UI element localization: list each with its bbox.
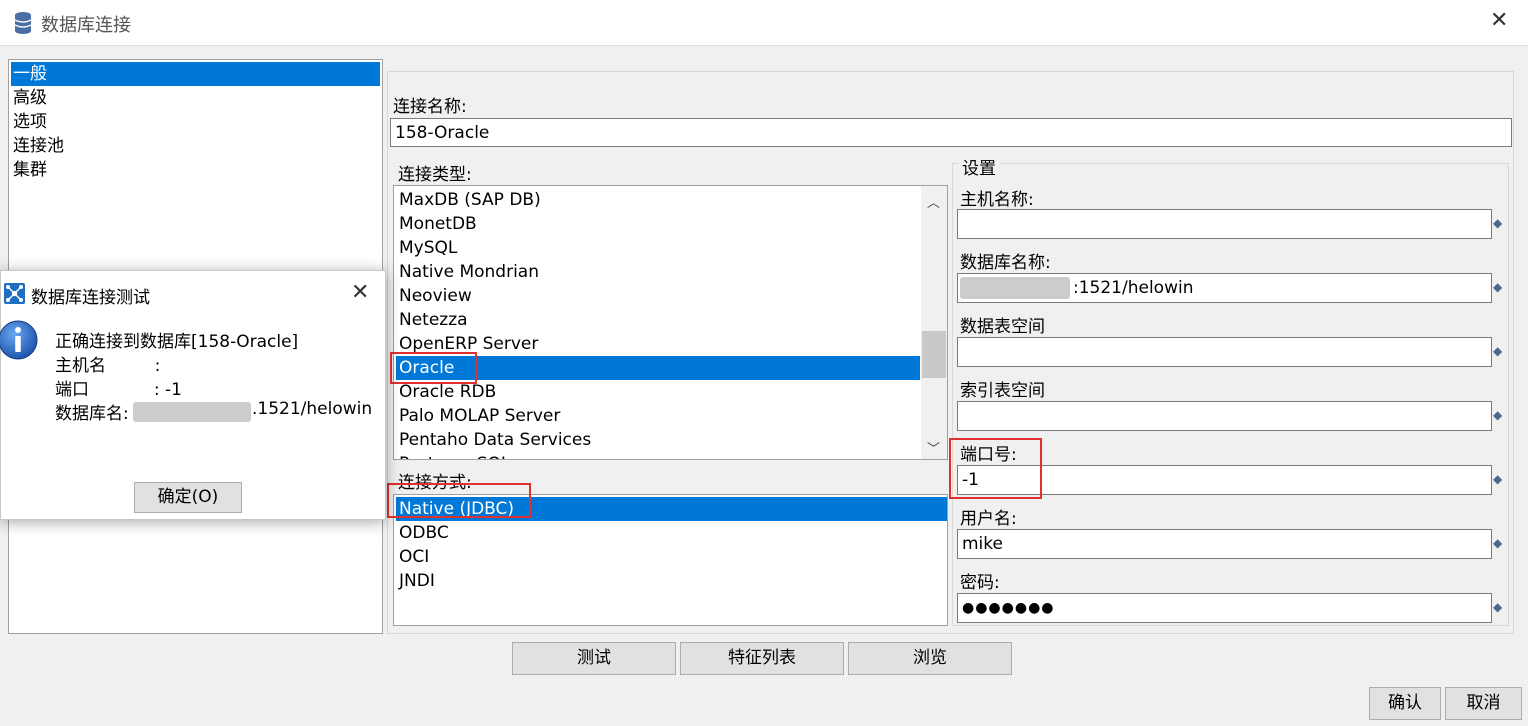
variable-icon[interactable]: ◆ bbox=[1493, 344, 1502, 358]
dialog-port-line: 端口 : -1 bbox=[55, 380, 182, 400]
list-item[interactable]: MySQL bbox=[396, 236, 920, 260]
window-title: 数据库连接 bbox=[41, 15, 131, 36]
connection-test-dialog: 数据库连接测试 ✕ 正确连接到数据库[158-Oracle] 主机名 : 端口 … bbox=[0, 270, 386, 520]
index-tablespace-input[interactable] bbox=[957, 401, 1492, 431]
list-item[interactable]: MonetDB bbox=[396, 212, 920, 236]
redacted-area bbox=[960, 277, 1070, 299]
variable-icon[interactable]: ◆ bbox=[1493, 472, 1502, 486]
connection-name-label: 连接名称: bbox=[393, 97, 467, 117]
connection-name-input[interactable]: 158-Oracle bbox=[390, 118, 1512, 147]
scroll-thumb[interactable] bbox=[922, 331, 946, 378]
database-name-label: 数据库名称: bbox=[960, 253, 1051, 273]
tablespace-input[interactable] bbox=[957, 337, 1492, 367]
list-item[interactable]: Netezza bbox=[396, 308, 920, 332]
highlight-box bbox=[949, 438, 1042, 499]
dialog-host-line: 主机名 : bbox=[55, 356, 161, 376]
scroll-up-icon[interactable]: ︿ bbox=[927, 192, 940, 211]
list-item[interactable]: JNDI bbox=[396, 569, 947, 593]
index-tablespace-label: 索引表空间 bbox=[960, 381, 1045, 401]
tablespace-label: 数据表空间 bbox=[960, 317, 1045, 337]
nav-item-general[interactable]: 一般 bbox=[11, 62, 380, 86]
window-close-icon[interactable]: ✕ bbox=[1490, 8, 1508, 33]
network-icon bbox=[4, 283, 25, 304]
nav-item-cluster[interactable]: 集群 bbox=[11, 158, 380, 182]
connection-type-label: 连接类型: bbox=[398, 165, 472, 185]
nav-item-options[interactable]: 选项 bbox=[11, 110, 380, 134]
variable-icon[interactable]: ◆ bbox=[1493, 536, 1502, 550]
settings-legend: 设置 bbox=[958, 154, 1000, 179]
list-item[interactable]: Neoview bbox=[396, 284, 920, 308]
connection-type-scrollbar[interactable]: ︿ ﹀ bbox=[921, 186, 947, 459]
cancel-button[interactable]: 取消 bbox=[1445, 687, 1522, 720]
host-label: 主机名称: bbox=[960, 190, 1034, 210]
explore-button[interactable]: 浏览 bbox=[848, 642, 1012, 675]
highlight-box bbox=[390, 352, 477, 384]
ok-button[interactable]: 确认 bbox=[1369, 687, 1441, 720]
nav-item-advanced[interactable]: 高级 bbox=[11, 86, 380, 110]
dialog-dbname-label: 数据库名: bbox=[55, 404, 129, 424]
list-item[interactable]: Pentaho Data Services bbox=[396, 428, 920, 452]
database-icon bbox=[14, 12, 32, 34]
dialog-close-icon[interactable]: ✕ bbox=[351, 280, 369, 305]
list-item[interactable]: Native Mondrian bbox=[396, 260, 920, 284]
variable-icon[interactable]: ◆ bbox=[1493, 408, 1502, 422]
redacted-area bbox=[133, 402, 251, 422]
list-item[interactable]: OCI bbox=[396, 545, 947, 569]
host-input[interactable] bbox=[957, 209, 1492, 239]
variable-icon[interactable]: ◆ bbox=[1493, 216, 1502, 230]
connection-type-list[interactable]: MaxDB (SAP DB) MonetDB MySQL Native Mond… bbox=[393, 185, 948, 460]
username-label: 用户名: bbox=[960, 509, 1017, 529]
info-icon bbox=[0, 320, 38, 360]
feature-list-button[interactable]: 特征列表 bbox=[680, 642, 844, 675]
password-input[interactable]: ●●●●●●● bbox=[957, 593, 1492, 623]
username-input[interactable]: mike bbox=[957, 529, 1492, 559]
nav-item-pooling[interactable]: 连接池 bbox=[11, 134, 380, 158]
scroll-down-icon[interactable]: ﹀ bbox=[927, 438, 940, 457]
list-item[interactable]: Postgres SQL bbox=[396, 452, 920, 459]
variable-icon[interactable]: ◆ bbox=[1493, 280, 1502, 294]
dialog-title: 数据库连接测试 bbox=[31, 288, 150, 308]
highlight-box bbox=[387, 483, 531, 518]
title-bar: 数据库连接 ✕ bbox=[0, 0, 1528, 46]
list-item[interactable]: MaxDB (SAP DB) bbox=[396, 188, 920, 212]
dialog-dbname-value: .1521/helowin bbox=[252, 399, 373, 419]
dialog-message-line: 正确连接到数据库[158-Oracle] bbox=[55, 332, 299, 352]
variable-icon[interactable]: ◆ bbox=[1493, 600, 1502, 614]
list-item[interactable]: ODBC bbox=[396, 521, 947, 545]
password-label: 密码: bbox=[960, 573, 1000, 593]
dialog-ok-button[interactable]: 确定(O) bbox=[134, 482, 242, 513]
list-item[interactable]: Palo MOLAP Server bbox=[396, 404, 920, 428]
test-button[interactable]: 测试 bbox=[512, 642, 676, 675]
